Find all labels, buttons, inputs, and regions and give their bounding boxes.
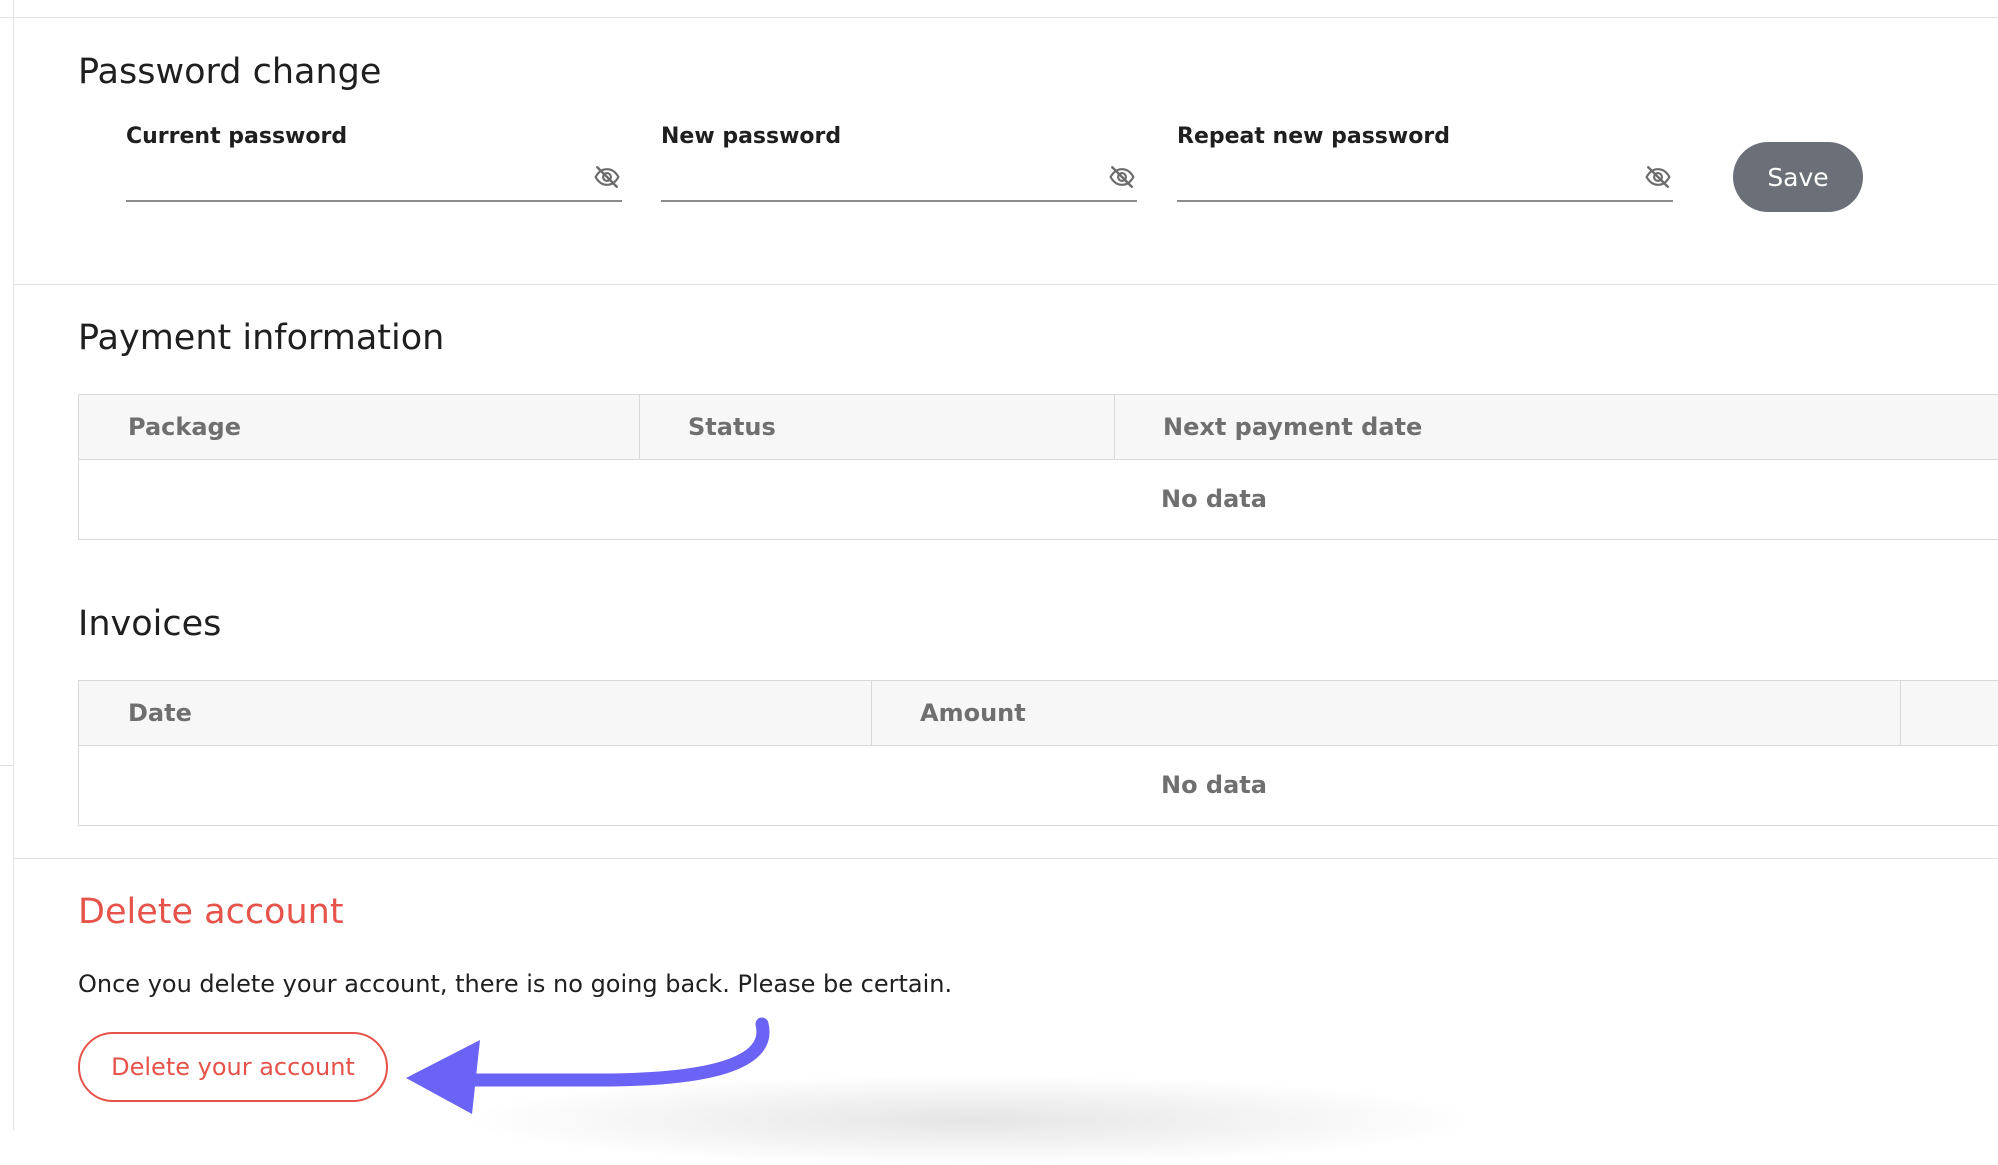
delete-account-button[interactable]: Delete your account — [78, 1032, 388, 1102]
empty-state: No data — [1161, 771, 1267, 799]
new-password-label: New password — [661, 124, 842, 149]
table-body: No data — [79, 460, 1998, 540]
invoices-table: Date Amount No data — [78, 680, 1998, 826]
repeat-password-input-wrap — [1177, 156, 1673, 202]
current-password-input-wrap — [126, 156, 622, 202]
payment-information-title: Payment information — [78, 318, 445, 358]
new-password-field: New password — [661, 124, 1137, 202]
eye-off-icon[interactable] — [592, 164, 622, 190]
payment-table: Package Status Next payment date No data — [78, 394, 1998, 540]
column-divider — [1900, 681, 1901, 745]
curved-arrow-icon — [406, 1017, 770, 1114]
empty-state: No data — [1161, 485, 1267, 513]
column-header-package[interactable]: Package — [128, 395, 241, 459]
save-button[interactable]: Save — [1733, 142, 1863, 212]
password-change-title: Password change — [78, 52, 382, 92]
divider — [0, 765, 13, 766]
column-divider — [1114, 395, 1115, 459]
column-header-amount[interactable]: Amount — [920, 681, 1026, 745]
table-body: No data — [79, 746, 1998, 826]
delete-account-warning: Once you delete your account, there is n… — [78, 970, 953, 998]
table-header: Date Amount — [79, 680, 1998, 746]
eye-off-icon[interactable] — [1107, 164, 1137, 190]
column-divider — [639, 395, 640, 459]
invoices-title: Invoices — [78, 604, 222, 644]
repeat-password-input[interactable] — [1177, 158, 1633, 198]
eye-off-icon[interactable] — [1643, 164, 1673, 190]
column-header-next-payment-date[interactable]: Next payment date — [1163, 395, 1422, 459]
new-password-input-wrap — [661, 156, 1137, 202]
repeat-password-field: Repeat new password — [1177, 124, 1673, 202]
current-password-field: Current password — [126, 124, 622, 202]
column-divider — [871, 681, 872, 745]
table-header: Package Status Next payment date — [79, 394, 1998, 460]
divider — [0, 17, 13, 18]
delete-account-title: Delete account — [78, 892, 344, 932]
current-password-input[interactable] — [126, 158, 582, 198]
column-header-date[interactable]: Date — [128, 681, 192, 745]
section-divider — [13, 284, 1998, 285]
repeat-password-label: Repeat new password — [1177, 124, 1450, 149]
section-divider — [13, 17, 1998, 18]
current-password-label: Current password — [126, 124, 348, 149]
section-divider — [13, 858, 1998, 859]
column-header-status[interactable]: Status — [688, 395, 776, 459]
new-password-input[interactable] — [661, 158, 1097, 198]
